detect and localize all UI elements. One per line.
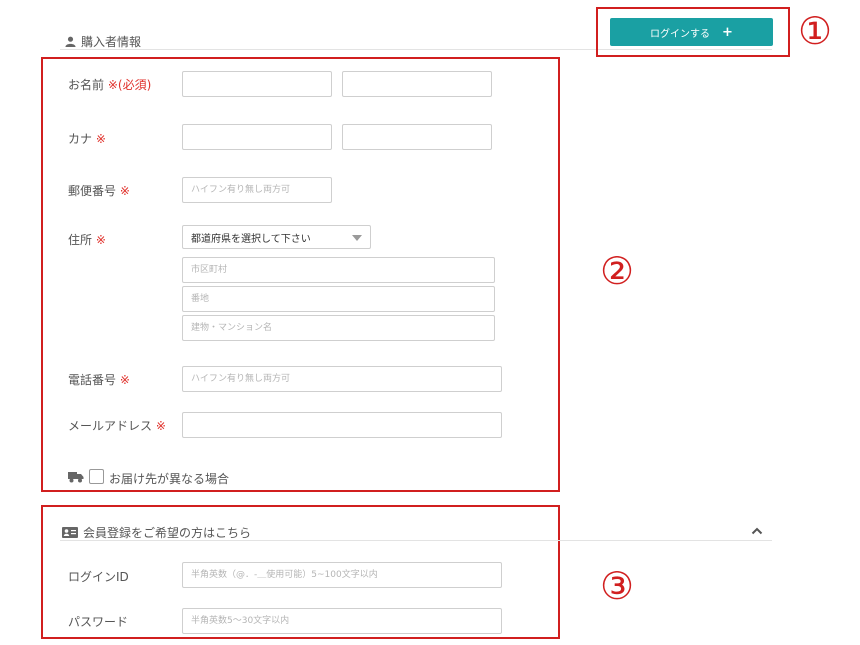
purchaser-section-title: 購入者情報: [65, 33, 141, 50]
required-mark: ※(必須): [107, 78, 152, 92]
phone-input[interactable]: [182, 366, 502, 392]
street-input[interactable]: [182, 286, 495, 312]
phone-label: 電話番号 ※: [68, 373, 130, 387]
password-label: パスワード: [68, 615, 129, 629]
annotation-number-2: ②: [600, 249, 635, 293]
id-card-icon: [62, 527, 78, 538]
caret-down-icon: [352, 235, 362, 241]
member-section-title: 会員登録をご希望の方はこちら: [62, 524, 251, 541]
required-mark: ※: [95, 233, 106, 247]
email-input[interactable]: [182, 412, 502, 438]
kana-label: カナ ※: [68, 132, 106, 146]
annotation-box-1: [596, 7, 790, 57]
address-label: 住所 ※: [68, 233, 106, 247]
first-name-kana-input[interactable]: [342, 124, 492, 150]
city-input[interactable]: [182, 257, 495, 283]
login-id-input[interactable]: [182, 562, 502, 588]
truck-icon: [68, 472, 84, 483]
name-label: お名前 ※(必須): [68, 78, 152, 92]
required-mark: ※: [119, 373, 130, 387]
delivery-checkbox[interactable]: [89, 469, 104, 484]
zip-input[interactable]: [182, 177, 332, 203]
required-mark: ※: [119, 184, 130, 198]
building-input[interactable]: [182, 315, 495, 341]
first-name-input[interactable]: [342, 71, 492, 97]
annotation-number-1: ①: [798, 9, 833, 53]
delivery-label: お届け先が異なる場合: [109, 472, 230, 486]
email-label: メールアドレス ※: [68, 419, 166, 433]
required-mark: ※: [95, 132, 106, 146]
member-divider: [60, 540, 772, 541]
login-id-label: ログインID: [68, 570, 129, 584]
password-input[interactable]: [182, 608, 502, 634]
prefecture-select[interactable]: 都道府県を選択して下さい: [182, 225, 371, 249]
user-icon: [65, 36, 76, 47]
last-name-input[interactable]: [182, 71, 332, 97]
annotation-number-3: ③: [600, 564, 635, 608]
zip-label: 郵便番号 ※: [68, 184, 130, 198]
last-name-kana-input[interactable]: [182, 124, 332, 150]
chevron-up-icon[interactable]: [751, 527, 763, 535]
required-mark: ※: [155, 419, 166, 433]
